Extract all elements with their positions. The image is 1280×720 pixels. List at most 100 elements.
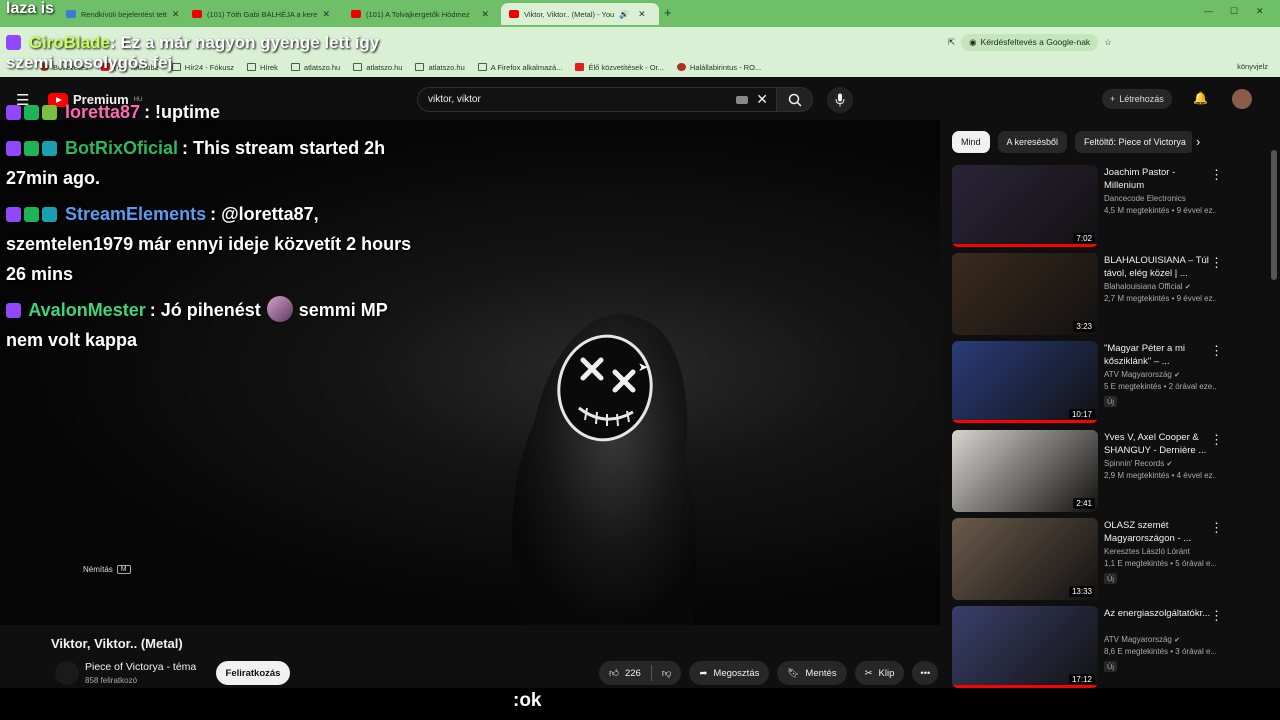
ask-google-label: Kérdésfeltevés a Google-nak: [980, 37, 1091, 47]
like-button[interactable]: 👍︎ 226: [599, 661, 651, 685]
save-button[interactable]: 🔖︎ Mentés: [777, 661, 847, 685]
star-icon[interactable]: ☆: [1104, 37, 1112, 48]
voice-search-button[interactable]: [827, 87, 853, 113]
recommendation-card[interactable]: 7:02 Joachim Pastor - Millenium Dancecode …: [952, 165, 1272, 247]
video-thumbnail[interactable]: 10:17: [952, 341, 1098, 423]
save-icon: 🔖︎: [787, 667, 800, 679]
video-thumbnail[interactable]: 3:23: [952, 253, 1098, 335]
avatar[interactable]: [1232, 89, 1252, 109]
like-icon: 👍︎: [609, 668, 619, 679]
chat-message: BotRixOficial: This stream started 2h 27…: [6, 133, 426, 193]
channel-name[interactable]: Blahalouisiana Official ✔: [1104, 282, 1216, 291]
recommendation-card[interactable]: 10:17 "Magyar Péter a mi kősziklánk" – ..…: [952, 341, 1272, 423]
tab-label: (101) A Tolvajkergetők Hódmez: [366, 9, 470, 19]
bookmark-item[interactable]: Halállabirintus - RO...: [676, 63, 761, 72]
more-actions-button[interactable]: •••: [912, 661, 939, 685]
kebab-icon[interactable]: ⋮: [1210, 432, 1223, 448]
dislike-button[interactable]: 👎︎: [652, 661, 682, 685]
scrollbar[interactable]: [1271, 120, 1277, 680]
chat-text: szemi mosolygós fej: [6, 53, 173, 72]
close-icon[interactable]: ✕: [756, 91, 768, 108]
clip-button[interactable]: ✂ Klip: [854, 661, 905, 685]
keyboard-icon[interactable]: [736, 95, 749, 104]
youtube-favicon-icon: [192, 10, 202, 18]
channel-name[interactable]: Keresztes László Lóránt: [1104, 547, 1216, 556]
video-title[interactable]: BLAHALOUISIANA – Túl távol, elég közel |…: [1104, 254, 1216, 280]
close-icon[interactable]: ✕: [481, 9, 489, 20]
speaker-icon[interactable]: 🔊: [619, 10, 629, 19]
kebab-icon[interactable]: ⋮: [1210, 608, 1223, 624]
channel-name[interactable]: Spinnin' Records ✔: [1104, 459, 1216, 468]
chip-all[interactable]: Mind: [952, 131, 990, 153]
channel-label: Dancecode Electronics: [1104, 194, 1186, 203]
chip-uploader[interactable]: Feltöltő: Piece of Victorya: [1075, 131, 1192, 153]
channel-name[interactable]: ATV Magyarország ✔: [1104, 635, 1216, 644]
video-title[interactable]: OLASZ szemét Magyarországon - ...: [1104, 519, 1216, 545]
clip-label: Klip: [878, 667, 895, 679]
video-duration: 10:17: [1068, 409, 1095, 420]
channel-name[interactable]: Dancecode Electronics: [1104, 194, 1216, 203]
recommendation-card[interactable]: 2:41 Yves V, Axel Cooper & SHANGUY - Dern…: [952, 430, 1272, 512]
minimize-icon[interactable]: —: [1204, 6, 1213, 16]
install-icon[interactable]: ⇱: [948, 37, 955, 48]
browser-tab[interactable]: (101) Tóth Gabi BALHÉJA a kere ✕: [184, 3, 338, 25]
create-label: Létrehozás: [1119, 94, 1164, 104]
bot-badge-icon: [42, 207, 57, 222]
maximize-icon[interactable]: ☐: [1230, 6, 1238, 17]
close-window-icon[interactable]: ✕: [1256, 6, 1264, 17]
channel-avatar[interactable]: [55, 661, 79, 685]
more-icon: •••: [920, 667, 931, 679]
kebab-icon[interactable]: ⋮: [1210, 255, 1223, 271]
bell-icon[interactable]: 🔔: [1193, 91, 1208, 105]
bookmark-item[interactable]: atlatszo.hu: [415, 63, 465, 72]
tab-label: (101) Tóth Gabi BALHÉJA a kere: [207, 9, 318, 19]
create-button[interactable]: + Létrehozás: [1102, 89, 1172, 109]
video-thumbnail[interactable]: 13:33: [952, 518, 1098, 600]
scrollbar-thumb[interactable]: [1271, 150, 1277, 280]
close-icon[interactable]: ✕: [322, 9, 330, 20]
recommendation-card[interactable]: 3:23 BLAHALOUISIANA – Túl távol, elég köz…: [952, 253, 1272, 335]
channel-label: ATV Magyarország: [1104, 635, 1172, 644]
kebab-icon[interactable]: ⋮: [1210, 167, 1223, 183]
kebab-icon[interactable]: ⋮: [1210, 343, 1223, 359]
youtube-favicon-icon: [351, 10, 361, 18]
dislike-icon: 👎︎: [661, 668, 672, 679]
verified-icon: ✔: [1174, 637, 1180, 644]
video-title[interactable]: "Magyar Péter a mi kősziklánk" – ...: [1104, 342, 1216, 368]
video-thumbnail[interactable]: 2:41: [952, 430, 1098, 512]
close-icon[interactable]: ✕: [172, 9, 180, 20]
mic-icon: [835, 93, 845, 107]
subscribe-button[interactable]: Feliratkozás: [216, 661, 290, 685]
bookmark-item[interactable]: Élő közvetítések - Or...: [575, 63, 664, 72]
video-thumbnail[interactable]: 7:02: [952, 165, 1098, 247]
mute-tooltip-label: Némítás: [83, 565, 113, 574]
search-input[interactable]: viktor, viktor ✕: [417, 87, 777, 112]
chip-from-search[interactable]: A keresésből: [997, 131, 1068, 153]
video-title[interactable]: Joachim Pastor - Millenium: [1104, 166, 1216, 192]
ask-google-chip[interactable]: ◉ Kérdésfeltevés a Google-nak: [961, 33, 1099, 51]
kebab-icon[interactable]: ⋮: [1210, 520, 1223, 536]
channel-name[interactable]: ATV Magyarország ✔: [1104, 370, 1216, 379]
chat-overlay: loretta87: !uptime BotRixOficial: This s…: [6, 97, 426, 361]
search-button[interactable]: [777, 87, 813, 112]
vip-badge-icon: [24, 105, 39, 120]
browser-tab[interactable]: (101) A Tolvajkergetők Hódmez ✕: [343, 3, 497, 25]
browser-tab-active[interactable]: Viktor, Viktor.. (Metal) - You 🔊 ✕: [501, 3, 659, 25]
video-title[interactable]: Az energiaszolgáltatókr...: [1104, 607, 1216, 633]
video-title[interactable]: Yves V, Axel Cooper & SHANGUY - Dernière…: [1104, 431, 1216, 457]
cursor-icon: ➤: [638, 360, 649, 374]
all-bookmarks[interactable]: könyvjelz: [1237, 62, 1268, 71]
share-button[interactable]: ➦ Megosztás: [689, 661, 770, 685]
browser-tab[interactable]: Rendkívüli bejelentést tett ✕: [58, 3, 182, 25]
recommendation-card[interactable]: 13:33 OLASZ szemét Magyarországon - ... Ke…: [952, 518, 1272, 600]
chat-username: BotRixOficial: [65, 138, 179, 158]
new-tab-icon[interactable]: +: [664, 5, 672, 20]
chevron-right-icon[interactable]: ›: [1196, 134, 1200, 149]
recommendation-card[interactable]: 17:12 Az energiaszolgáltatókr... ATV Magya…: [952, 606, 1272, 688]
tab-favicon-icon: [66, 10, 76, 18]
bookmark-item[interactable]: A Firefox alkalmazá...: [477, 63, 562, 72]
close-icon[interactable]: ✕: [638, 9, 646, 20]
channel-name[interactable]: Piece of Victorya - téma: [85, 661, 196, 673]
emote-icon: [266, 296, 293, 322]
video-thumbnail[interactable]: 17:12: [952, 606, 1098, 688]
